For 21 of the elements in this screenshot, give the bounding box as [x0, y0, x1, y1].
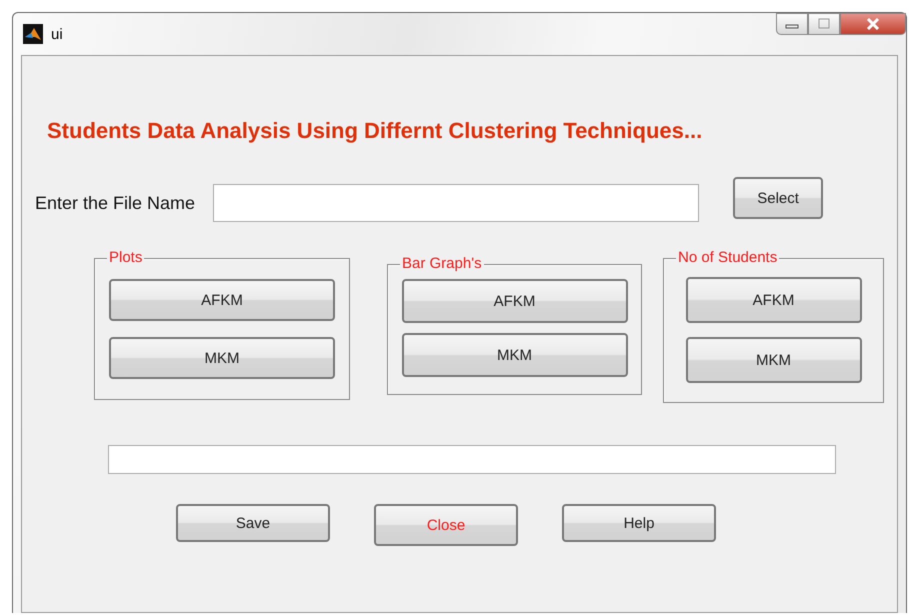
option-button[interactable]: AFKM: [686, 277, 862, 323]
panel-title: Bar Graph's: [400, 255, 484, 272]
window-title: ui: [51, 26, 63, 42]
heading: Students Data Analysis Using Differnt Clustering Techniques...: [47, 118, 704, 144]
status-field[interactable]: [108, 445, 836, 474]
option-button[interactable]: MKM: [686, 337, 862, 383]
file-name-field[interactable]: [213, 184, 700, 222]
file-name-label: Enter the File Name: [35, 192, 196, 214]
action-button[interactable]: Help: [562, 504, 716, 542]
close-icon: [865, 18, 881, 30]
maximize-icon: [817, 18, 831, 30]
option-button[interactable]: MKM: [109, 337, 335, 379]
action-button[interactable]: Save: [176, 504, 330, 542]
option-button[interactable]: MKM: [402, 333, 628, 377]
minimize-button[interactable]: [776, 13, 808, 35]
option-button[interactable]: AFKM: [402, 279, 628, 323]
select-button[interactable]: Select: [733, 177, 824, 219]
close-button[interactable]: [840, 13, 906, 35]
app-logo-icon: [23, 24, 43, 44]
option-button[interactable]: AFKM: [109, 279, 335, 321]
maximize-button[interactable]: [808, 13, 840, 35]
